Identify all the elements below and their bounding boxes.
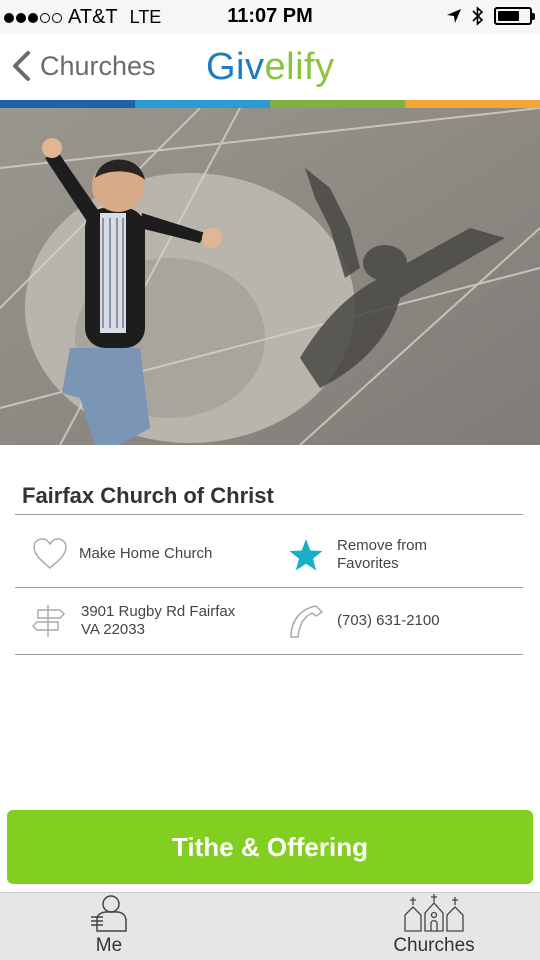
back-button[interactable]: Churches bbox=[10, 50, 156, 82]
battery-icon bbox=[494, 7, 535, 25]
chevron-left-icon bbox=[13, 51, 30, 81]
phone-link[interactable]: (703) 631-2100 bbox=[288, 601, 508, 641]
tab-churches[interactable]: Churches bbox=[384, 893, 484, 960]
tab-me-label: Me bbox=[95, 935, 123, 956]
churches-icon bbox=[404, 894, 464, 932]
person-icon bbox=[91, 895, 127, 932]
givelify-logo: Givelify bbox=[206, 46, 335, 89]
stripe-segment-1 bbox=[0, 100, 135, 108]
phone-number: (703) 631-2100 bbox=[337, 612, 440, 629]
logo-part-1: Giv bbox=[206, 46, 265, 88]
status-bar: AT&T LTE 11:07 PM bbox=[0, 0, 540, 34]
signpost-icon bbox=[32, 605, 66, 637]
make-home-church-label: Make Home Church bbox=[79, 545, 213, 562]
tab-bar: Me Churches bbox=[0, 892, 540, 960]
stripe-segment-3 bbox=[270, 100, 405, 108]
heart-icon bbox=[33, 538, 67, 569]
nav-bar: Churches Givelify bbox=[0, 34, 540, 100]
tab-me[interactable]: Me bbox=[74, 893, 144, 960]
brand-color-stripe bbox=[0, 100, 540, 108]
church-hero-image bbox=[0, 108, 540, 445]
address-text: 3901 Rugby Rd Fairfax VA 22033 bbox=[81, 603, 236, 638]
tab-churches-label: Churches bbox=[393, 935, 475, 956]
divider bbox=[15, 587, 523, 588]
back-label: Churches bbox=[40, 50, 156, 81]
make-home-church-button[interactable]: Make Home Church bbox=[32, 534, 272, 574]
stripe-segment-2 bbox=[135, 100, 270, 108]
star-icon bbox=[289, 539, 323, 571]
divider bbox=[15, 514, 523, 515]
remove-from-favorites-label: Remove from Favorites bbox=[337, 537, 428, 572]
status-right bbox=[446, 6, 535, 26]
stripe-segment-4 bbox=[405, 100, 540, 108]
tithe-offering-button[interactable]: Tithe & Offering bbox=[7, 810, 533, 884]
phone-icon bbox=[290, 605, 323, 638]
location-arrow-icon bbox=[447, 9, 461, 23]
church-name: Fairfax Church of Christ bbox=[22, 483, 274, 508]
bluetooth-icon bbox=[472, 6, 484, 26]
divider bbox=[15, 654, 523, 655]
address-link[interactable]: 3901 Rugby Rd Fairfax VA 22033 bbox=[32, 601, 272, 641]
remove-from-favorites-button[interactable]: Remove from Favorites bbox=[288, 533, 508, 577]
logo-part-2: elify bbox=[264, 46, 335, 88]
